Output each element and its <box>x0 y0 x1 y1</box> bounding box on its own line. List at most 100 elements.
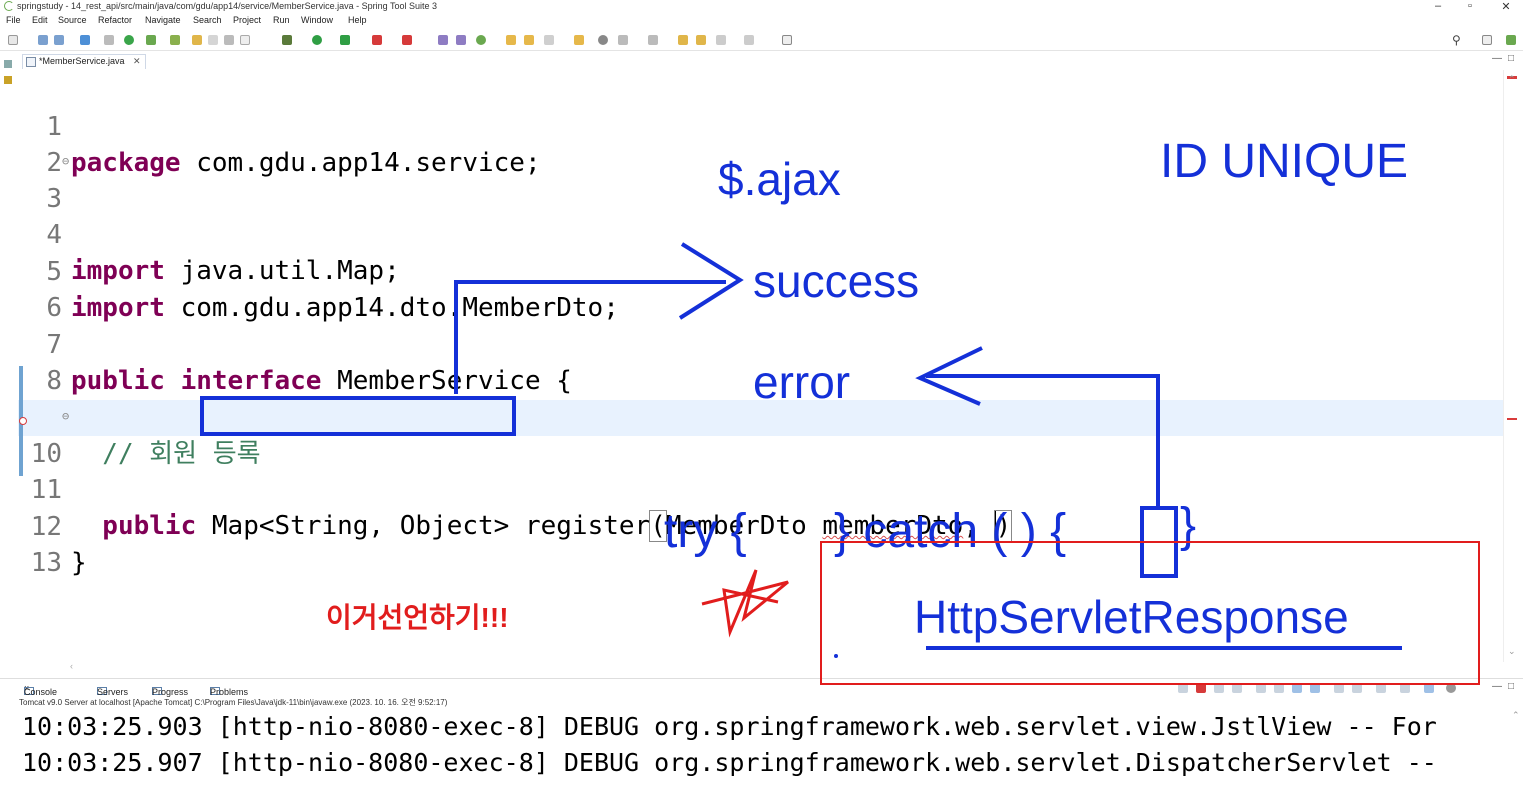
save-icon[interactable] <box>38 35 48 45</box>
fold-icon[interactable]: ⊖ <box>62 143 69 179</box>
maximize-console-icon[interactable]: □ <box>1508 681 1514 692</box>
previous-annotation-icon[interactable] <box>648 35 658 45</box>
menu-file[interactable]: File <box>6 15 21 25</box>
open-type-icon[interactable] <box>506 35 516 45</box>
maximize-button[interactable]: ▫ <box>1460 0 1480 12</box>
show-on-stderr-icon[interactable] <box>1310 683 1320 693</box>
annotation-catch: } catch ( ) { <box>834 505 1067 558</box>
close-window-button[interactable]: ✕ <box>1496 0 1516 13</box>
menu-run[interactable]: Run <box>273 15 290 25</box>
spring-icon[interactable] <box>170 35 180 45</box>
whitespace-icon[interactable] <box>240 35 250 45</box>
next-annotation-icon[interactable] <box>618 35 628 45</box>
wand-icon[interactable] <box>208 35 218 45</box>
console-output-line: 10:03:25.903 [http-nio-8080-exec-8] DEBU… <box>22 712 1437 741</box>
pin-editor-icon[interactable] <box>782 35 792 45</box>
new-java-project-icon[interactable] <box>438 35 448 45</box>
back-arrow-icon[interactable] <box>716 35 726 45</box>
new-class-icon[interactable] <box>476 35 486 45</box>
block-select-icon[interactable] <box>224 35 234 45</box>
minimize-view-icon[interactable]: — <box>1492 53 1502 64</box>
display-console-icon[interactable] <box>1352 683 1362 693</box>
open-console-icon[interactable] <box>1376 683 1386 693</box>
stop-icon[interactable] <box>372 35 382 45</box>
console-output-line: 10:03:25.907 [http-nio-8080-exec-8] DEBU… <box>22 748 1437 777</box>
tab-console[interactable]: Console × <box>24 683 57 697</box>
gear-icon[interactable] <box>1424 683 1434 693</box>
globe-icon[interactable] <box>598 35 608 45</box>
save-all-icon[interactable] <box>54 35 64 45</box>
word-wrap-icon[interactable] <box>1274 683 1284 693</box>
editor-tab-memberservice[interactable]: *MemberService.java ✕ <box>22 54 146 69</box>
remove-all-icon[interactable] <box>1214 683 1224 693</box>
overview-marker[interactable] <box>1507 418 1517 420</box>
annotation-http-servlet-response: HttpServletResponse <box>914 591 1349 643</box>
maximize-view-icon[interactable]: □ <box>1508 53 1514 64</box>
new-package-icon[interactable] <box>456 35 466 45</box>
tab-label: Console <box>24 687 58 697</box>
external-tools-icon[interactable] <box>402 35 412 45</box>
last-edit-icon[interactable] <box>678 35 688 45</box>
fold-icon[interactable]: ⊖ <box>62 398 69 434</box>
menu-window[interactable]: Window <box>301 15 333 25</box>
menu-refactor[interactable]: Refactor <box>98 15 132 25</box>
annotation-success: success <box>753 255 920 307</box>
tab-label: Progress <box>152 687 189 697</box>
debug-icon[interactable] <box>282 35 292 45</box>
annotation-declare-note: 이거선언하기!!! <box>326 602 509 633</box>
skip-breakpoints-icon[interactable] <box>104 35 114 45</box>
highlight-icon[interactable] <box>192 35 202 45</box>
tab-label: Servers <box>97 687 129 697</box>
settings-icon[interactable] <box>1446 683 1456 693</box>
code-line: 5 import com.gdu.app14.dto.MemberDto; <box>18 218 1503 323</box>
back-icon[interactable] <box>696 35 706 45</box>
editor-vertical-scrollbar[interactable]: ⌃ ⌄ <box>1503 70 1521 662</box>
search-tool-icon[interactable] <box>544 35 554 45</box>
menu-search[interactable]: Search <box>193 15 222 25</box>
start-server-icon[interactable] <box>124 35 134 45</box>
pin-console-icon[interactable] <box>1334 683 1344 693</box>
terminate-icon[interactable] <box>1196 683 1206 693</box>
folder-icon[interactable] <box>574 35 584 45</box>
hierarchy-icon[interactable] <box>4 76 12 84</box>
show-on-stdout-icon[interactable] <box>1292 683 1302 693</box>
editor-horizontal-scrollbar[interactable]: ‹ <box>18 661 1503 674</box>
spring-tool-suite-icon <box>4 1 14 11</box>
menu-edit[interactable]: Edit <box>32 15 48 25</box>
scroll-lock-icon[interactable] <box>1256 683 1266 693</box>
new-file-icon[interactable] <box>8 35 18 45</box>
scroll-down-icon[interactable]: ⌄ <box>1508 646 1516 657</box>
toolbar: ⚲ <box>0 30 1523 51</box>
view-menu-icon[interactable] <box>1400 683 1410 693</box>
menu-source[interactable]: Source <box>58 15 87 25</box>
search-icon[interactable]: ⚲ <box>1452 33 1461 47</box>
java-perspective-icon[interactable] <box>1506 35 1516 45</box>
open-task-icon[interactable] <box>524 35 534 45</box>
forward-arrow-icon[interactable] <box>744 35 754 45</box>
minimize-console-icon[interactable]: — <box>1492 681 1502 692</box>
close-icon[interactable]: ✕ <box>133 56 141 66</box>
scroll-up-icon[interactable]: ⌃ <box>1508 74 1516 85</box>
console-process-description: Tomcat v9.0 Server at localhost [Apache … <box>19 698 448 707</box>
clear-console-icon[interactable] <box>1232 683 1242 693</box>
annotation-try: try { <box>664 505 747 558</box>
title-bar: springstudy - 14_rest_api/src/main/java/… <box>0 0 1523 13</box>
annotation-catch-close: } <box>1180 499 1197 552</box>
window-title: springstudy - 14_rest_api/src/main/java/… <box>17 1 438 11</box>
error-marker-icon[interactable] <box>19 417 27 425</box>
run-icon[interactable] <box>312 35 322 45</box>
terminal-icon[interactable] <box>80 35 90 45</box>
console-toolbar <box>1178 683 1478 695</box>
menu-project[interactable]: Project <box>233 15 261 25</box>
annotation-error: error <box>753 356 851 408</box>
minimize-button[interactable]: – <box>1428 0 1448 12</box>
code-line: 13 <box>18 509 1503 578</box>
scroll-left-icon[interactable]: ‹ <box>70 661 73 671</box>
menu-help[interactable]: Help <box>348 15 367 25</box>
console-scroll-up-icon[interactable]: ⌃ <box>1512 710 1520 721</box>
coverage-icon[interactable] <box>340 35 350 45</box>
open-perspective-icon[interactable] <box>1482 35 1492 45</box>
boot-dashboard-icon[interactable] <box>146 35 156 45</box>
menu-navigate[interactable]: Navigate <box>145 15 181 25</box>
remove-launch-icon[interactable] <box>1178 683 1188 693</box>
